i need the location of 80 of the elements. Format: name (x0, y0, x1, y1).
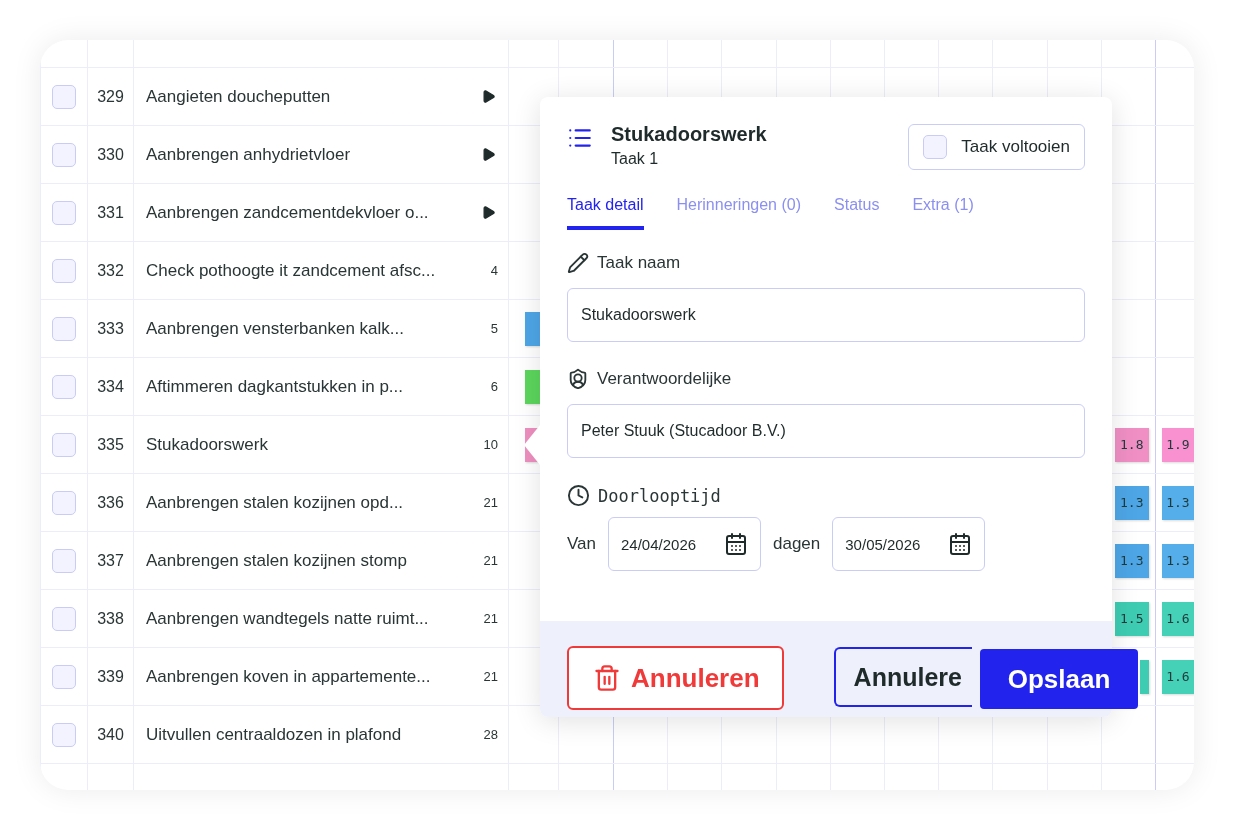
field-label: Taak naam (597, 253, 681, 273)
task-name: Uitvullen centraaldozen in plafond (145, 724, 403, 745)
task-duration: 21 (483, 495, 499, 510)
row-checkbox[interactable] (52, 606, 76, 631)
complete-task-checkbox[interactable]: Taak voltooien (908, 124, 1085, 170)
to-label: dagen (773, 534, 821, 554)
row-checkbox[interactable] (52, 664, 76, 689)
task-duration: 28 (483, 727, 499, 742)
row-number: 337 (97, 551, 124, 570)
row-checkbox[interactable] (52, 84, 76, 109)
trash-icon (593, 664, 621, 692)
task-name: Aanbrengen stalen kozijnen opd... (145, 492, 405, 513)
row-number: 333 (97, 319, 124, 338)
row-checkbox[interactable] (52, 200, 76, 225)
task-duration: 21 (483, 611, 499, 626)
row-checkbox[interactable] (52, 374, 76, 399)
field-label: Verantwoordelijke (597, 369, 732, 389)
task-name: Aangieten doucheputten (145, 86, 332, 107)
gantt-bar[interactable]: 1.8 (1114, 427, 1149, 462)
task-name: Aanbrengen zandcementdekvloer o... (145, 202, 430, 223)
gantt-bar[interactable]: 1.5 (1114, 601, 1149, 636)
gantt-bar[interactable]: 1.3 (1114, 485, 1149, 520)
dialog-tab[interactable]: Taak detail (567, 196, 644, 230)
row-checkbox[interactable] (52, 722, 76, 747)
gantt-bar[interactable] (1139, 659, 1149, 694)
end-date-field[interactable]: 30/05/2026 (832, 517, 986, 571)
start-date-field[interactable]: 24/04/2026 (608, 517, 761, 571)
gantt-bar[interactable]: 1.6 (1161, 601, 1194, 636)
cancel-button[interactable]: Annulere (833, 647, 972, 707)
row-checkbox[interactable] (52, 548, 76, 573)
task-duration: 5 (490, 321, 499, 336)
row-number: 332 (97, 261, 124, 280)
from-label: Van (567, 534, 596, 554)
row-number: 329 (97, 87, 124, 106)
expand-icon[interactable] (481, 205, 496, 220)
task-name: Aanbrengen anhydrietvloer (145, 144, 352, 165)
row-number: 331 (97, 203, 124, 222)
pencil-icon (567, 252, 589, 274)
gantt-bar[interactable]: 1.3 (1114, 543, 1149, 578)
gantt-bar[interactable]: 1.3 (1161, 485, 1194, 520)
task-name: Stukadoorswerk (145, 434, 269, 455)
task-name: Aftimmeren dagkantstukken in p... (145, 376, 405, 397)
row-checkbox[interactable] (52, 432, 76, 457)
task-duration: 6 (490, 379, 499, 394)
row-number: 330 (97, 145, 124, 164)
row-number: 336 (97, 493, 124, 512)
task-duration: 21 (483, 553, 499, 568)
task-duration: 10 (483, 437, 499, 452)
row-number: 335 (97, 435, 124, 454)
task-duration: 4 (490, 263, 499, 278)
row-number: 338 (97, 609, 124, 628)
calendar-icon[interactable] (724, 532, 748, 556)
row-checkbox[interactable] (52, 142, 76, 167)
row-number: 339 (97, 667, 124, 686)
row-checkbox[interactable] (52, 316, 76, 341)
task-name: Aanbrengen wandtegels natte ruimt... (145, 608, 430, 629)
task-name: Aanbrengen vensterbanken kalk... (145, 318, 405, 339)
shield-user-icon (567, 368, 589, 390)
row-number: 340 (97, 725, 124, 744)
expand-icon[interactable] (481, 147, 496, 162)
owner-field[interactable]: Peter Stuuk (Stucadoor B.V.) (567, 404, 1085, 458)
task-name: Check pothoogte it zandcement afsc... (145, 260, 437, 281)
gantt-bar[interactable]: 1.9 (1161, 427, 1194, 462)
task-name: Aanbrengen stalen kozijnen stomp (145, 550, 408, 571)
gantt-bar[interactable]: 1.3 (1161, 543, 1194, 578)
task-name: Aanbrengen koven in appartemente... (145, 666, 432, 687)
row-number: 334 (97, 377, 124, 396)
dialog-title: Stukadoorswerk (611, 123, 768, 146)
field-label: Doorlooptijd (598, 485, 721, 506)
calendar-icon[interactable] (948, 532, 973, 556)
clock-icon (567, 484, 590, 507)
save-button[interactable]: Opslaan (980, 649, 1138, 709)
delete-button[interactable]: Annuleren (567, 646, 784, 710)
dialog-subtitle: Taak 1 (611, 150, 660, 168)
row-checkbox[interactable] (52, 490, 76, 515)
task-duration: 21 (483, 669, 499, 684)
expand-icon[interactable] (481, 89, 496, 104)
row-checkbox[interactable] (52, 258, 76, 283)
gantt-bar[interactable]: 1.6 (1161, 659, 1194, 694)
task-name-field[interactable]: Stukadoorswerk (567, 288, 1085, 342)
